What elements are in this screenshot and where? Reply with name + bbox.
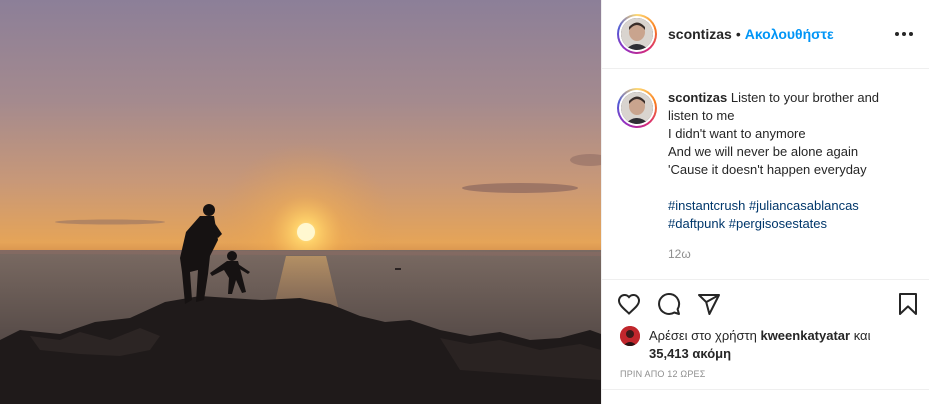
caption-username[interactable]: scontizas <box>668 90 727 105</box>
header-username[interactable]: scontizas <box>668 26 732 42</box>
likes-prefix: Αρέσει στο χρήστη <box>649 328 757 343</box>
caption-area: scontizas Listen to your brother and lis… <box>602 69 929 279</box>
follow-button[interactable]: Ακολουθήστε <box>745 26 834 42</box>
caption-line-2: I didn't want to anymore <box>668 126 806 141</box>
comment-icon[interactable] <box>656 291 682 317</box>
liker-username[interactable]: kweenkatyatar <box>760 328 850 343</box>
sunset-silhouette-image <box>0 0 601 404</box>
more-horizontal-icon[interactable] <box>895 26 913 42</box>
profile-photo-icon <box>621 18 653 50</box>
likes-conjunction: και <box>853 328 871 343</box>
hashtag-link[interactable]: #instantcrush <box>668 198 745 213</box>
avatar[interactable] <box>621 18 653 50</box>
divider <box>602 389 929 390</box>
bookmark-icon[interactable] <box>895 291 921 317</box>
action-section: Αρέσει στο χρήστη kweenkatyatar και 35,4… <box>602 279 929 379</box>
likes-text: Αρέσει στο χρήστη kweenkatyatar και 35,4… <box>649 327 870 363</box>
hashtag-link[interactable]: #pergisosestates <box>729 216 827 231</box>
profile-photo-icon <box>620 326 640 346</box>
liker-avatar[interactable] <box>620 326 640 346</box>
caption-line-4: 'Cause it doesn't happen everyday <box>668 162 867 177</box>
header-separator: • <box>735 26 741 42</box>
likes-count[interactable]: 35,413 ακόμη <box>649 346 731 361</box>
likes-summary: Αρέσει στο χρήστη kweenkatyatar και 35,4… <box>602 326 929 363</box>
post-photo[interactable] <box>0 0 601 404</box>
post-sidebar: scontizas • Ακολουθήστε scontizas Listen… <box>601 0 929 404</box>
story-ring[interactable] <box>617 14 657 54</box>
heart-icon[interactable] <box>616 291 642 317</box>
caption-story-ring[interactable] <box>617 88 657 128</box>
hashtag-link[interactable]: #daftpunk <box>668 216 725 231</box>
caption-avatar[interactable] <box>621 92 653 124</box>
caption-text: scontizas Listen to your brother and lis… <box>668 89 912 279</box>
instagram-post: scontizas • Ακολουθήστε scontizas Listen… <box>0 0 929 404</box>
hashtag-link[interactable]: #juliancasablancas <box>749 198 859 213</box>
action-bar <box>602 280 929 327</box>
hashtag-list: #instantcrush #juliancasablancas #daftpu… <box>668 197 912 233</box>
profile-photo-icon <box>621 92 653 124</box>
caption-line-3: And we will never be alone again <box>668 144 859 159</box>
paper-plane-icon[interactable] <box>696 291 722 317</box>
post-header: scontizas • Ακολουθήστε <box>602 0 929 69</box>
comment-age[interactable]: 12ω <box>668 245 912 263</box>
post-timestamp[interactable]: ΠΡΙΝ ΑΠΟ 12 ΩΡΕΣ <box>602 363 929 379</box>
